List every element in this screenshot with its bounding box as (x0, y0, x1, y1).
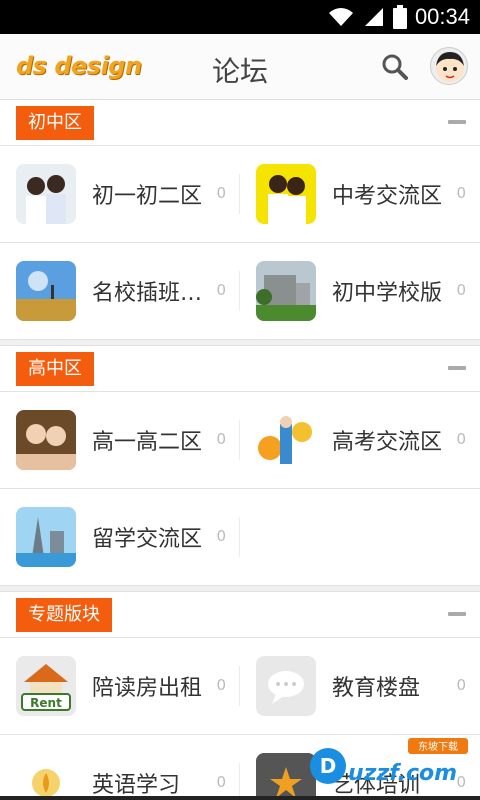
forum-item[interactable]: 高考交流区 0 (240, 392, 480, 488)
section-tag: 高中区 (16, 352, 94, 386)
forum-count: 0 (216, 527, 226, 545)
forum-count: 0 (456, 184, 466, 202)
page-title: 论坛 (211, 55, 268, 88)
forum-item[interactable]: 教育楼盘 0 (240, 638, 480, 734)
battery-icon (392, 5, 407, 29)
forum-label: 中考交流区 (332, 184, 443, 209)
watermark-logo: D 东坡下载 uzzf.com (304, 736, 472, 792)
forum-thumb-english-icon (16, 753, 76, 800)
forum-count: 0 (456, 281, 466, 299)
forum-row: 留学交流区 0 (0, 489, 480, 586)
forum-row: 名校插班… 0 初中学校版 0 (0, 243, 480, 340)
forum-item[interactable]: 英语学习 0 (0, 735, 240, 800)
forum-count: 0 (216, 430, 226, 448)
forum-thumb-graduates-icon (256, 164, 316, 224)
forum-item[interactable]: 名校插班… 0 (0, 243, 240, 339)
forum-item[interactable]: 初一初二区 0 (0, 146, 240, 242)
forum-item[interactable]: 中考交流区 0 (240, 146, 480, 242)
search-icon[interactable] (382, 54, 408, 84)
forum-thumb-landmarks-icon (16, 507, 76, 567)
forum-empty-cell (240, 489, 480, 585)
forum-label: 高考交流区 (332, 430, 443, 455)
collapse-icon[interactable] (448, 366, 466, 370)
forum-thumb-sky-icon (16, 261, 76, 321)
forum-thumb-students-icon (16, 164, 76, 224)
watermark-sub: 东坡下载 (418, 740, 458, 753)
forum-count: 0 (456, 676, 466, 694)
forum-label: 英语学习 (92, 773, 181, 798)
forum-item[interactable]: 高一高二区 0 (0, 392, 240, 488)
collapse-icon[interactable] (448, 120, 466, 124)
forum-label: 教育楼盘 (332, 676, 421, 701)
signal-icon (363, 6, 385, 28)
forum-thumb-girls-icon (16, 410, 76, 470)
forum-count: 0 (216, 676, 226, 694)
forum-row: 初一初二区 0 中考交流区 0 (0, 146, 480, 243)
forum-row: Rent 陪读房出租 0 教育楼盘 0 (0, 638, 480, 735)
watermark-text: uzzf.com (348, 761, 457, 786)
status-time: 00:34 (414, 4, 470, 29)
forum-thumb-exam-icon (256, 410, 316, 470)
section-topics-header[interactable]: 专题版块 (0, 592, 480, 638)
collapse-icon[interactable] (448, 612, 466, 616)
app-header: ds design 论坛 (0, 34, 480, 100)
forum-label: 名校插班… (92, 281, 203, 306)
forum-count: 0 (216, 773, 226, 791)
section-tag: 初中区 (16, 106, 94, 140)
forum-label: 高一高二区 (92, 430, 203, 455)
chat-bubble-icon (256, 656, 316, 716)
wifi-icon (327, 6, 355, 28)
forum-count: 0 (216, 184, 226, 202)
forum-label: 留学交流区 (92, 527, 203, 552)
forum-thumb-school-icon (256, 261, 316, 321)
forum-item[interactable]: 初中学校版 0 (240, 243, 480, 339)
user-avatar[interactable] (430, 47, 468, 85)
forum-thumb-rent-house-icon: Rent (16, 656, 76, 716)
forum-count: 0 (456, 430, 466, 448)
forum-item[interactable]: Rent 陪读房出租 0 (0, 638, 240, 734)
bottom-edge (0, 796, 480, 800)
section-senior-high-header[interactable]: 高中区 (0, 346, 480, 392)
svg-text:D: D (320, 754, 337, 778)
section-tag: 专题版块 (16, 598, 112, 632)
rent-label: Rent (30, 696, 62, 710)
forum-label: 陪读房出租 (92, 676, 203, 701)
forum-count: 0 (216, 281, 226, 299)
forum-label: 初一初二区 (92, 184, 203, 209)
forum-row: 高一高二区 0 高考交流区 0 (0, 392, 480, 489)
forum-label: 初中学校版 (332, 281, 443, 306)
section-junior-high-header[interactable]: 初中区 (0, 100, 480, 146)
status-bar: 00:34 (0, 0, 480, 34)
forum-item[interactable]: 留学交流区 0 (0, 489, 240, 585)
